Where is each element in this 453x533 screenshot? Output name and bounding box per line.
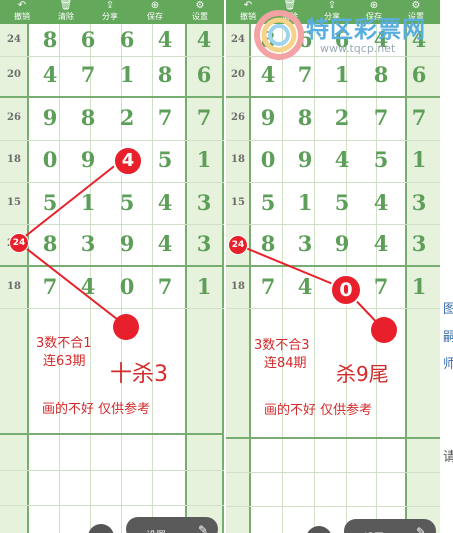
settings-pill-right[interactable]: 设置 ✎: [344, 519, 436, 533]
edge-glyph: 嗣: [443, 330, 453, 345]
marker-circle: 0: [330, 274, 362, 306]
marker-dot: 24: [228, 235, 248, 255]
pencil-icon: ✎: [198, 523, 209, 533]
note-line-1: 3数不合1: [36, 336, 92, 351]
edge-glyph: 师: [443, 357, 453, 372]
edge-glyph: 请: [443, 450, 453, 465]
annotation-lines: [235, 243, 385, 331]
pencil-icon: ✎: [416, 525, 427, 533]
kill-headline: 杀9尾: [336, 362, 389, 386]
note-line-1: 3数不合3: [254, 338, 310, 353]
settings-pill-label: 设置: [364, 529, 384, 533]
note-line-2: 连63期: [43, 354, 86, 369]
rainbow-logo-icon: [254, 10, 304, 60]
chart-panel-left: ↶ 撤销 🗑 清除 ⇪ 分享 ⊕ 保存 ⚙ 设置 24 8 6 6 4 4 20 4 7 1 8 6 26 9 8 2 7…: [0, 0, 224, 533]
watermark-name: 特区彩票网: [306, 17, 426, 43]
marker-endpoint: [371, 317, 397, 343]
disclaimer: 画的不好 仅供参考: [42, 402, 151, 417]
kill-headline: 十杀3: [110, 362, 168, 387]
marker-dot: 24: [9, 233, 29, 253]
watermark-logo: 特区彩票网 www.tqcp.net: [254, 8, 444, 60]
edge-glyph: 图: [443, 302, 453, 317]
disclaimer: 画的不好 仅供参考: [264, 403, 373, 418]
settings-pill-left[interactable]: 设置 ✎: [126, 517, 218, 533]
marker-circle: 4: [113, 146, 143, 176]
note-line-2: 连84期: [264, 356, 307, 371]
watermark-url: www.tqcp.net: [320, 42, 396, 55]
settings-pill-label: 设置: [146, 527, 166, 533]
chart-panel-right: ↶ 撤销 🗑 清除 ⇪ 分享 ⊕ 保存 ⚙ 设置 24 8 6 6 4 4 20 4 7 1 8 6 26 9 8 2 7…: [226, 0, 440, 533]
annotation-lines: [17, 159, 123, 324]
marker-endpoint: [113, 314, 139, 340]
